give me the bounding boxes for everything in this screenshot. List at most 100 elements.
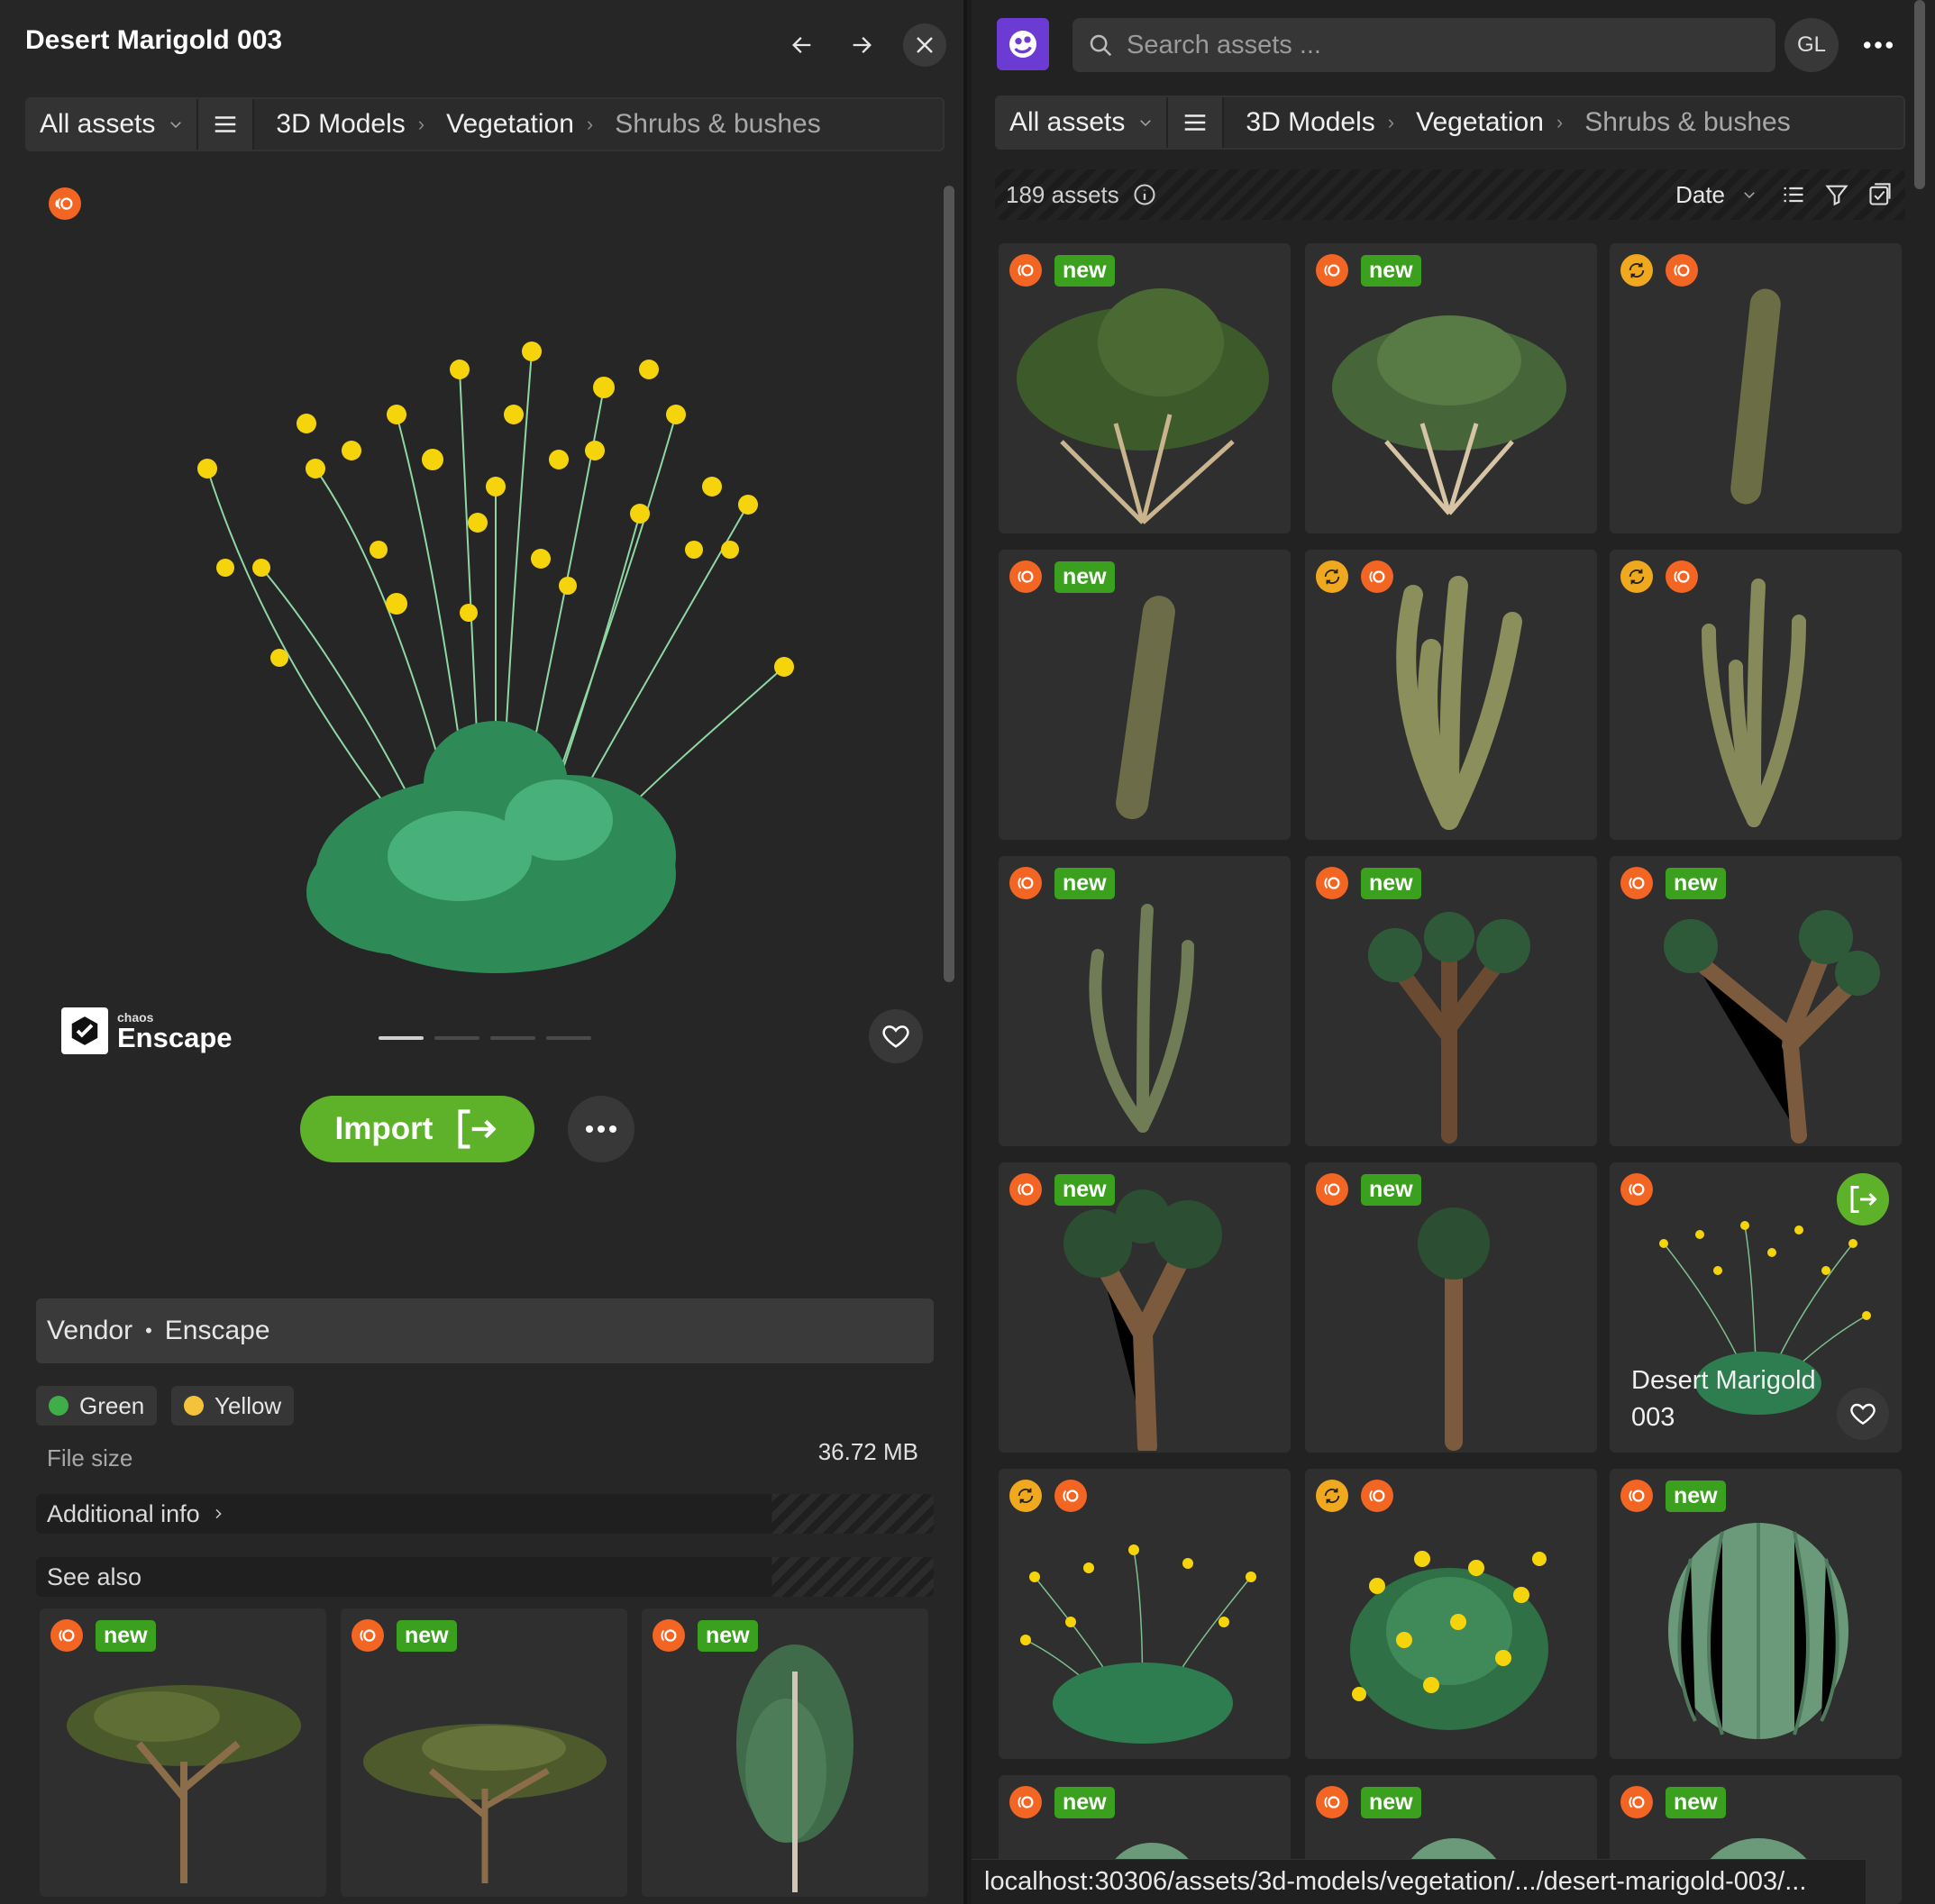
- new-badge: new: [96, 1619, 156, 1652]
- chevron-right-icon: ›: [586, 113, 594, 135]
- status-url: localhost:30306/assets/3d-models/vegetat…: [972, 1859, 1866, 1904]
- app-logo[interactable]: [997, 18, 1049, 70]
- breadcrumb-item[interactable]: Vegetation: [1394, 107, 1556, 138]
- info-icon[interactable]: [1132, 182, 1157, 207]
- chevron-right-icon: ›: [1387, 111, 1395, 133]
- cactus-thumbnail: [1116, 596, 1175, 820]
- see-also-header: See also: [36, 1557, 934, 1597]
- search-input[interactable]: Search assets ...: [1072, 18, 1775, 72]
- see-also-card[interactable]: new: [642, 1608, 928, 1897]
- vendor-row: Vendor • Enscape: [36, 1298, 934, 1363]
- joshua-tree-thumbnail: [1063, 1189, 1222, 1451]
- close-button[interactable]: [903, 23, 946, 67]
- chaos-cosmos-icon: [49, 187, 81, 220]
- chevron-down-icon: [1140, 120, 1152, 127]
- chaos-cosmos-icon: [1316, 1786, 1348, 1818]
- chevron-down-icon: [170, 122, 182, 129]
- asset-count: 189 assets: [1006, 180, 1119, 208]
- list-view-icon[interactable]: [1781, 182, 1806, 207]
- carousel-dot[interactable]: [379, 1036, 424, 1040]
- color-tag-green[interactable]: Green: [36, 1386, 158, 1426]
- chaos-cosmos-icon: [1054, 1480, 1087, 1512]
- menu-button[interactable]: [198, 99, 255, 150]
- hover-title-line2: 003: [1631, 1402, 1675, 1432]
- cactus-thumbnail: [1396, 576, 1522, 830]
- vendor-label: Vendor: [47, 1316, 133, 1345]
- asset-card-hovered[interactable]: Desert Marigold 003: [1610, 1162, 1902, 1453]
- additional-info-toggle[interactable]: Additional info: [36, 1494, 934, 1534]
- back-arrow-icon[interactable]: [780, 23, 824, 67]
- cactus-thumbnail: [1730, 288, 1781, 505]
- joshua-tree-thumbnail: [1368, 912, 1530, 1143]
- asset-card[interactable]: new: [999, 550, 1291, 840]
- chaos-cosmos-icon: [50, 1619, 83, 1652]
- search-placeholder: Search assets ...: [1127, 30, 1321, 59]
- menu-button[interactable]: [1168, 97, 1225, 148]
- tag-label: Yellow: [214, 1391, 282, 1419]
- enscape-icon: [61, 1007, 108, 1054]
- breadcrumb-item[interactable]: Shrubs & bushes: [1563, 107, 1803, 138]
- new-badge: new: [397, 1619, 457, 1652]
- cactus-thumbnail: [1089, 904, 1194, 1133]
- carousel-dot[interactable]: [490, 1036, 535, 1040]
- chevron-right-icon: [215, 1508, 222, 1519]
- asset-card[interactable]: new: [1305, 856, 1597, 1146]
- file-size-value: 36.72 MB: [817, 1438, 918, 1465]
- import-button[interactable]: Import: [300, 1096, 534, 1162]
- asset-card[interactable]: new: [999, 1162, 1291, 1453]
- sync-icon: [1009, 1480, 1042, 1512]
- favorite-button[interactable]: [1837, 1388, 1889, 1440]
- heart-icon: [882, 1025, 909, 1048]
- joshua-tree-thumbnail: [1418, 1207, 1490, 1451]
- favorite-button[interactable]: [869, 1009, 923, 1063]
- chevron-down-icon[interactable]: [1741, 187, 1757, 203]
- asset-card[interactable]: new: [1610, 1469, 1902, 1759]
- asset-card[interactable]: new: [1305, 1162, 1597, 1453]
- breadcrumb-item[interactable]: Vegetation: [424, 109, 587, 140]
- asset-card[interactable]: [1610, 243, 1902, 533]
- shrub-thumbnail: [1332, 315, 1566, 515]
- forward-arrow-icon[interactable]: [840, 23, 883, 67]
- sort-dropdown[interactable]: Date: [1675, 181, 1725, 209]
- asset-card[interactable]: new: [999, 856, 1291, 1146]
- more-options-button[interactable]: [568, 1096, 634, 1162]
- scrollbar[interactable]: [1914, 0, 1925, 189]
- more-icon: [586, 1125, 616, 1133]
- carousel-dot[interactable]: [434, 1036, 479, 1040]
- see-also-card[interactable]: new: [40, 1608, 326, 1897]
- asset-card[interactable]: [1610, 550, 1902, 840]
- vendor-value[interactable]: Enscape: [165, 1316, 270, 1346]
- all-assets-label: All assets: [40, 109, 156, 139]
- more-menu-button[interactable]: [1858, 27, 1898, 63]
- chaos-cosmos-icon: [1620, 1173, 1653, 1206]
- sync-icon: [1316, 1480, 1348, 1512]
- asset-card[interactable]: [999, 1469, 1291, 1759]
- asset-card[interactable]: new: [1305, 243, 1597, 533]
- breadcrumb-item[interactable]: Shrubs & bushes: [593, 109, 833, 140]
- asset-card[interactable]: [1305, 550, 1597, 840]
- vendor-separator: •: [145, 1319, 152, 1342]
- user-avatar[interactable]: GL: [1784, 18, 1839, 72]
- breadcrumb-item[interactable]: 3D Models: [1224, 107, 1387, 138]
- all-assets-label: All assets: [1009, 107, 1126, 137]
- marigold-thumbnail: [1350, 1551, 1548, 1730]
- asset-card[interactable]: [1305, 1469, 1597, 1759]
- marigold-thumbnail: [1020, 1544, 1256, 1744]
- asset-card[interactable]: new: [1610, 856, 1902, 1146]
- all-assets-dropdown[interactable]: All assets: [997, 97, 1169, 148]
- filter-icon[interactable]: [1824, 182, 1849, 207]
- scrollbar[interactable]: [944, 186, 954, 982]
- asset-card[interactable]: new: [999, 243, 1291, 533]
- color-tag-yellow[interactable]: Yellow: [171, 1386, 295, 1426]
- more-icon: [1863, 41, 1894, 49]
- see-also-card[interactable]: new: [341, 1608, 627, 1897]
- chevron-right-icon: ›: [417, 113, 425, 135]
- asset-browser-panel: Search assets ... GL All assets 3D Model…: [972, 0, 1935, 1904]
- carousel-dot[interactable]: [546, 1036, 591, 1040]
- breadcrumb-item[interactable]: 3D Models: [254, 109, 417, 140]
- select-icon[interactable]: [1867, 182, 1893, 207]
- additional-info-label: Additional info: [47, 1499, 200, 1527]
- chaos-cosmos-icon: [1361, 1480, 1393, 1512]
- all-assets-dropdown[interactable]: All assets: [27, 99, 199, 150]
- asset-preview-image[interactable]: [171, 315, 910, 1000]
